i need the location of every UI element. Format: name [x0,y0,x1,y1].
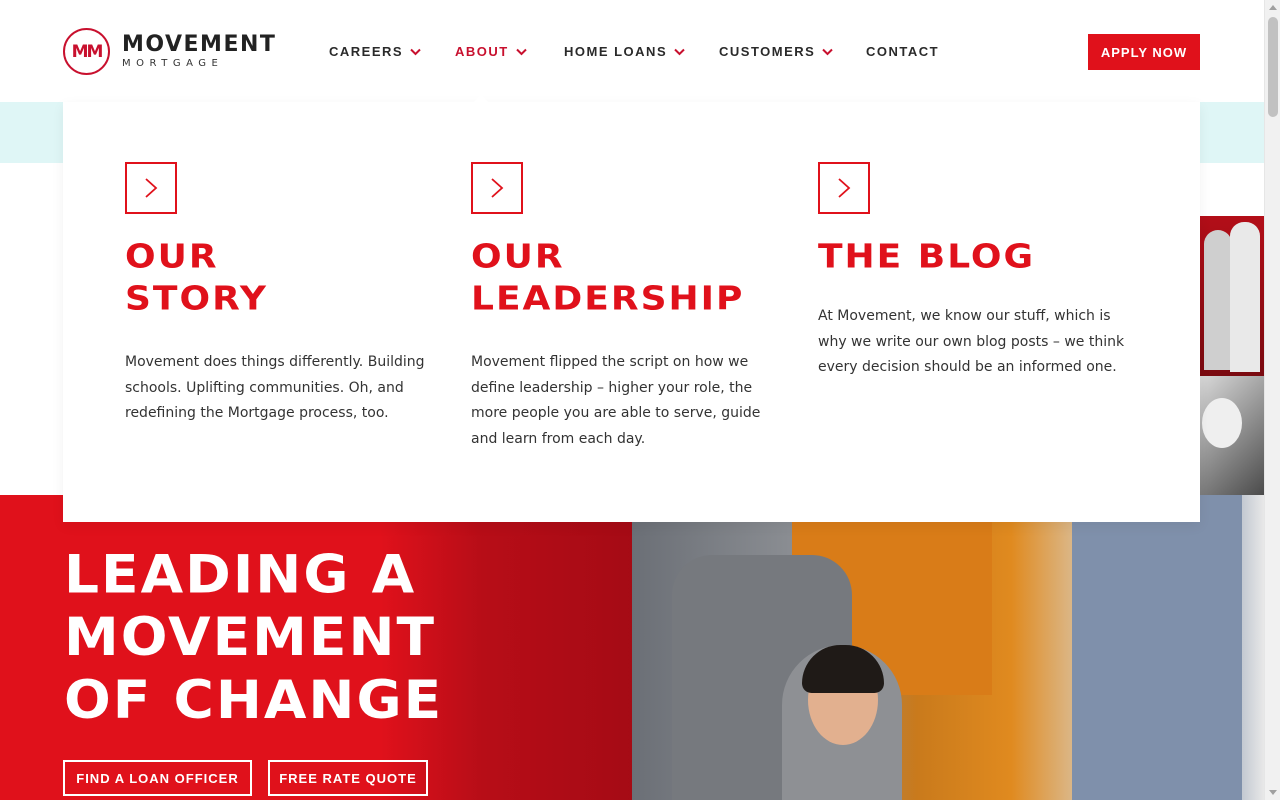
page: MM MOVEMENT MORTGAGE CAREERS ABOUT HOME … [0,0,1280,800]
logo[interactable]: MM MOVEMENT MORTGAGE [63,28,276,75]
chevron-right-icon[interactable] [125,162,177,214]
chevron-down-icon [822,48,834,56]
dropdown-item-the-blog[interactable]: THE BLOG At Movement, we know our stuff,… [818,162,1138,381]
dropdown-item-title[interactable]: OUR STORY [125,236,445,321]
scroll-down-icon[interactable] [1269,790,1277,795]
collage-photo-woman [1200,376,1264,496]
chevron-down-icon [674,48,685,56]
dropdown-item-description: At Movement, we know our stuff, which is… [818,308,1125,375]
dropdown-item-our-leadership[interactable]: OUR LEADERSHIP Movement flipped the scri… [471,162,791,452]
dropdown-item-title[interactable]: OUR LEADERSHIP [471,236,791,321]
find-loan-officer-button[interactable]: FIND A LOAN OFFICER [63,760,252,796]
about-dropdown-menu: OUR STORY Movement does things different… [63,102,1200,522]
logo-mark-icon: MM [63,28,110,75]
logo-word: MOVEMENT [122,32,277,57]
nav-item-label: ABOUT [455,44,509,59]
scroll-up-icon[interactable] [1269,5,1277,10]
logo-text: MOVEMENT MORTGAGE [122,34,276,69]
page-scrollbar[interactable] [1264,0,1280,800]
chevron-right-icon[interactable] [471,162,523,214]
chevron-down-icon [410,48,421,56]
main-nav: CAREERS ABOUT HOME LOANS CUSTOMERS CONTA… [329,44,939,59]
logo-subword: MORTGAGE [122,58,224,69]
scrollbar-thumb[interactable] [1268,17,1278,117]
apply-now-button[interactable]: APPLY NOW [1088,34,1200,70]
chevron-down-icon [516,48,527,56]
nav-item-label: CAREERS [329,44,404,59]
nav-item-label: CONTACT [866,44,940,59]
nav-item-contact[interactable]: CONTACT [866,44,939,59]
dropdown-item-description: Movement does things differently. Buildi… [125,354,425,421]
nav-item-label: CUSTOMERS [719,44,816,59]
collage-photo-couple [1200,216,1264,376]
free-rate-quote-button[interactable]: FREE RATE QUOTE [268,760,428,796]
dropdown-item-our-story[interactable]: OUR STORY Movement does things different… [125,162,445,427]
dropdown-item-description: Movement flipped the script on how we de… [471,354,761,447]
site-header: MM MOVEMENT MORTGAGE CAREERS ABOUT HOME … [0,0,1264,102]
nav-item-label: HOME LOANS [564,44,668,59]
nav-item-home-loans[interactable]: HOME LOANS [564,44,719,59]
dropdown-item-title[interactable]: THE BLOG [818,236,1138,278]
hero-family-photo [632,495,1264,800]
nav-item-careers[interactable]: CAREERS [329,44,455,59]
nav-item-about[interactable]: ABOUT [455,44,564,59]
nav-item-customers[interactable]: CUSTOMERS [719,44,866,59]
hero-title: LEADING A MOVEMENT OF CHANGE [64,543,444,731]
chevron-right-icon[interactable] [818,162,870,214]
dropdown-caret [474,95,488,102]
